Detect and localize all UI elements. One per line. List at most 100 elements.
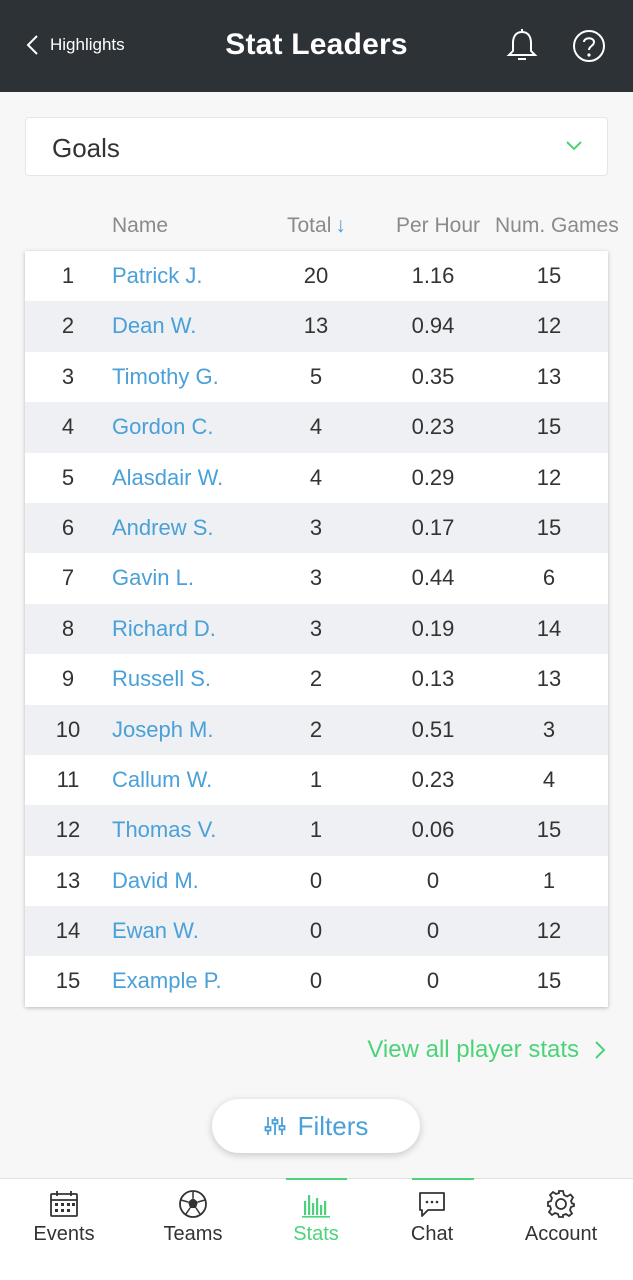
- player-name-link[interactable]: David M.: [112, 868, 199, 894]
- per-hour-cell: 0.13: [411, 666, 455, 692]
- player-name-link[interactable]: Gordon C.: [112, 414, 214, 440]
- per-hour-cell: 0.23: [411, 766, 455, 792]
- total-cell: 0: [309, 968, 323, 994]
- tab-account-label: Account: [524, 1223, 598, 1245]
- column-header-name[interactable]: Name: [112, 214, 168, 238]
- per-hour-cell: 0.23: [411, 414, 455, 440]
- tab-teams[interactable]: Teams: [130, 1179, 256, 1280]
- rank-cell: 11: [56, 766, 80, 792]
- view-all-label: View all player stats: [367, 1036, 579, 1063]
- table-row: 4 Gordon C. 4 0.23 15: [25, 402, 608, 453]
- sort-down-arrow-icon: ↓: [335, 214, 346, 237]
- rank-cell: 14: [55, 918, 81, 944]
- games-cell: 13: [536, 666, 562, 692]
- player-name-link[interactable]: Patrick J.: [112, 263, 202, 289]
- total-cell: 0: [309, 918, 323, 944]
- player-name-link[interactable]: Russell S.: [112, 666, 211, 692]
- chevron-down-icon: [566, 141, 582, 151]
- per-hour-cell: 0.35: [411, 363, 455, 389]
- table-row: 2 Dean W. 13 0.94 12: [25, 301, 608, 352]
- total-cell: 2: [309, 666, 323, 692]
- tab-stats[interactable]: Stats: [253, 1178, 474, 1280]
- bar-chart-icon: [302, 1195, 330, 1218]
- chat-bubble-icon: [419, 1192, 445, 1217]
- active-tab-indicator: [286, 1178, 347, 1180]
- bell-icon[interactable]: [505, 28, 539, 64]
- games-cell: 3: [542, 716, 556, 742]
- table-row: 13 David M. 0 0 1: [25, 856, 608, 906]
- player-name-link[interactable]: Callum W.: [112, 767, 212, 793]
- column-header-games[interactable]: Num. Games: [495, 214, 619, 238]
- table-row: 11 Callum W. 1 0.23 4: [25, 755, 608, 805]
- table-row: 10 Joseph M. 2 0.51 3: [25, 704, 608, 755]
- tab-account[interactable]: Account: [498, 1179, 624, 1280]
- games-cell: 15: [536, 968, 562, 994]
- top-bar: Highlights Stat Leaders: [0, 0, 633, 92]
- player-name-link[interactable]: Richard D.: [112, 616, 216, 642]
- rank-cell: 10: [55, 716, 81, 742]
- total-cell: 13: [303, 313, 329, 339]
- table-row: 5 Alasdair W. 4 0.29 12: [25, 453, 608, 503]
- per-hour-cell: 0.51: [411, 716, 455, 742]
- player-name-link[interactable]: Dean W.: [112, 313, 196, 339]
- tab-chat[interactable]: Chat: [369, 1179, 495, 1280]
- rank-cell: 1: [61, 263, 75, 288]
- chevron-right-icon: [595, 1041, 606, 1059]
- rank-cell: 2: [61, 313, 75, 339]
- games-cell: 4: [542, 766, 556, 792]
- per-hour-cell: 0.94: [411, 313, 455, 339]
- total-cell: 5: [309, 363, 323, 389]
- filters-label: Filters: [297, 1110, 369, 1141]
- per-hour-cell: 1.16: [411, 263, 455, 288]
- tab-events[interactable]: Events: [1, 1179, 127, 1280]
- player-name-link[interactable]: Joseph M.: [112, 717, 214, 743]
- per-hour-cell: 0.06: [411, 817, 455, 843]
- per-hour-cell: 0.19: [411, 615, 455, 641]
- total-cell: 4: [309, 464, 323, 490]
- tab-events-label: Events: [33, 1223, 95, 1245]
- rank-cell: 9: [61, 666, 75, 692]
- player-name-link[interactable]: Thomas V.: [112, 817, 216, 843]
- rank-cell: 4: [61, 414, 75, 440]
- table-header: Name Total ↓ Per Hour Num. Games: [0, 210, 633, 244]
- total-cell: 3: [309, 514, 323, 540]
- help-icon[interactable]: [572, 28, 606, 64]
- player-name-link[interactable]: Andrew S.: [112, 515, 214, 541]
- rank-cell: 12: [55, 817, 81, 843]
- total-cell: 20: [303, 263, 329, 288]
- column-header-total[interactable]: Total ↓: [287, 214, 346, 238]
- table-row: 1 Patrick J. 20 1.16 15: [25, 251, 608, 301]
- total-cell: 3: [309, 565, 323, 591]
- games-cell: 15: [536, 263, 562, 288]
- stat-leaders-table: 1 Patrick J. 20 1.16 15 2 Dean W. 13 0.94 12 3 Timo…: [25, 251, 608, 1007]
- soccer-ball-icon: [179, 1190, 207, 1218]
- table-row: 7 Gavin L. 3 0.44 6: [25, 553, 608, 603]
- total-cell: 1: [309, 817, 323, 843]
- per-hour-cell: 0: [426, 867, 440, 893]
- player-name-link[interactable]: Gavin L.: [112, 565, 194, 591]
- rank-cell: 7: [61, 565, 75, 591]
- player-name-link[interactable]: Alasdair W.: [112, 465, 223, 491]
- total-cell: 1: [309, 766, 323, 792]
- column-header-per-hour[interactable]: Per Hour: [396, 214, 480, 238]
- gear-icon: [547, 1190, 575, 1218]
- table-row: 14 Ewan W. 0 0 12: [25, 906, 608, 957]
- stat-type-dropdown[interactable]: Goals: [25, 117, 608, 176]
- column-header-total-label: Total: [287, 214, 332, 237]
- total-cell: 0: [309, 867, 323, 893]
- per-hour-cell: 0: [426, 918, 440, 944]
- games-cell: 12: [536, 464, 562, 490]
- player-name-link[interactable]: Timothy G.: [112, 364, 219, 390]
- games-cell: 12: [536, 918, 562, 944]
- sliders-icon: [264, 1117, 286, 1135]
- tab-chat-label: Chat: [410, 1223, 454, 1245]
- player-name-link[interactable]: Ewan W.: [112, 918, 199, 944]
- rank-cell: 8: [61, 615, 75, 641]
- player-name-link[interactable]: Example P.: [112, 968, 222, 994]
- per-hour-cell: 0.44: [411, 565, 455, 591]
- view-all-player-stats-link[interactable]: View all player stats: [367, 1036, 607, 1064]
- filters-button[interactable]: Filters: [212, 1099, 420, 1153]
- table-row: 9 Russell S. 2 0.13 13: [25, 654, 608, 704]
- tab-teams-label: Teams: [163, 1223, 223, 1245]
- games-cell: 12: [536, 313, 562, 339]
